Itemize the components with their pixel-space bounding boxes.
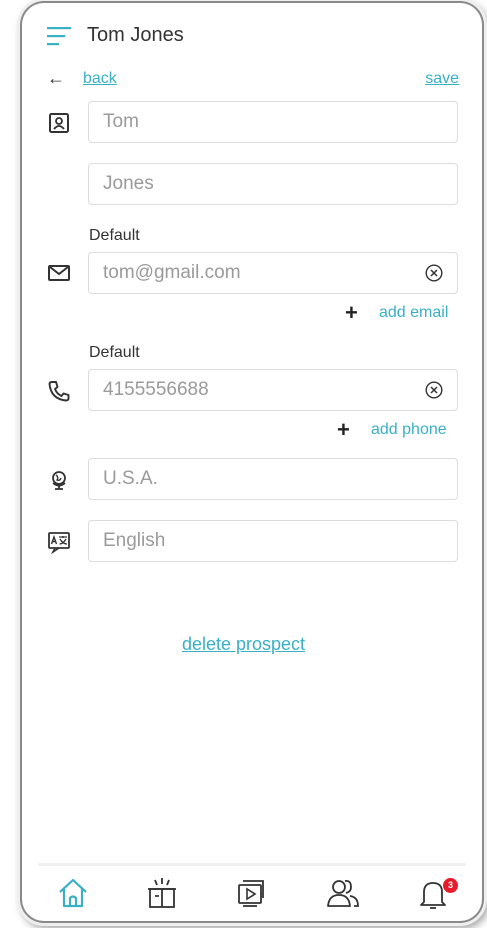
last-name-input[interactable] [101,164,425,204]
clear-email-icon[interactable] [425,264,443,282]
contacts-icon[interactable] [326,876,360,910]
last-name-field[interactable] [88,163,458,205]
email-default-label: Default [89,227,140,244]
phone-default-label: Default [89,344,140,361]
back-arrow-icon[interactable]: ← [47,68,65,89]
language-field[interactable] [88,520,458,562]
nav-row: ← back save [47,68,459,90]
add-email-plus-icon[interactable]: + [345,300,358,326]
email-field[interactable] [88,252,458,294]
first-name-field[interactable] [88,101,458,143]
mail-icon [48,265,70,281]
first-name-input[interactable] [101,102,425,142]
email-input[interactable] [101,253,425,293]
translate-icon [48,532,70,554]
media-icon[interactable] [234,876,268,910]
clear-phone-icon[interactable] [425,381,443,399]
save-link[interactable]: save [425,70,459,88]
globe-icon [52,471,66,490]
notification-badge: 3 [443,878,458,893]
delete-prospect-link[interactable]: delete prospect [0,634,487,655]
phone-icon [48,381,70,402]
contact-card-icon [49,113,69,133]
back-link[interactable]: back [83,70,117,88]
phone-input[interactable] [101,370,425,410]
add-phone-plus-icon[interactable]: + [337,417,350,443]
phone-field[interactable] [88,369,458,411]
add-email-link[interactable]: add email [379,304,448,322]
country-input[interactable] [101,459,425,499]
bottom-tab-bar [38,863,466,920]
add-phone-link[interactable]: add phone [371,421,447,439]
country-field[interactable] [88,458,458,500]
page-title: Tom Jones [87,24,184,46]
language-input[interactable] [101,521,425,561]
menu-icon[interactable] [47,25,71,47]
home-icon[interactable] [56,876,90,910]
gift-icon[interactable] [145,876,179,910]
